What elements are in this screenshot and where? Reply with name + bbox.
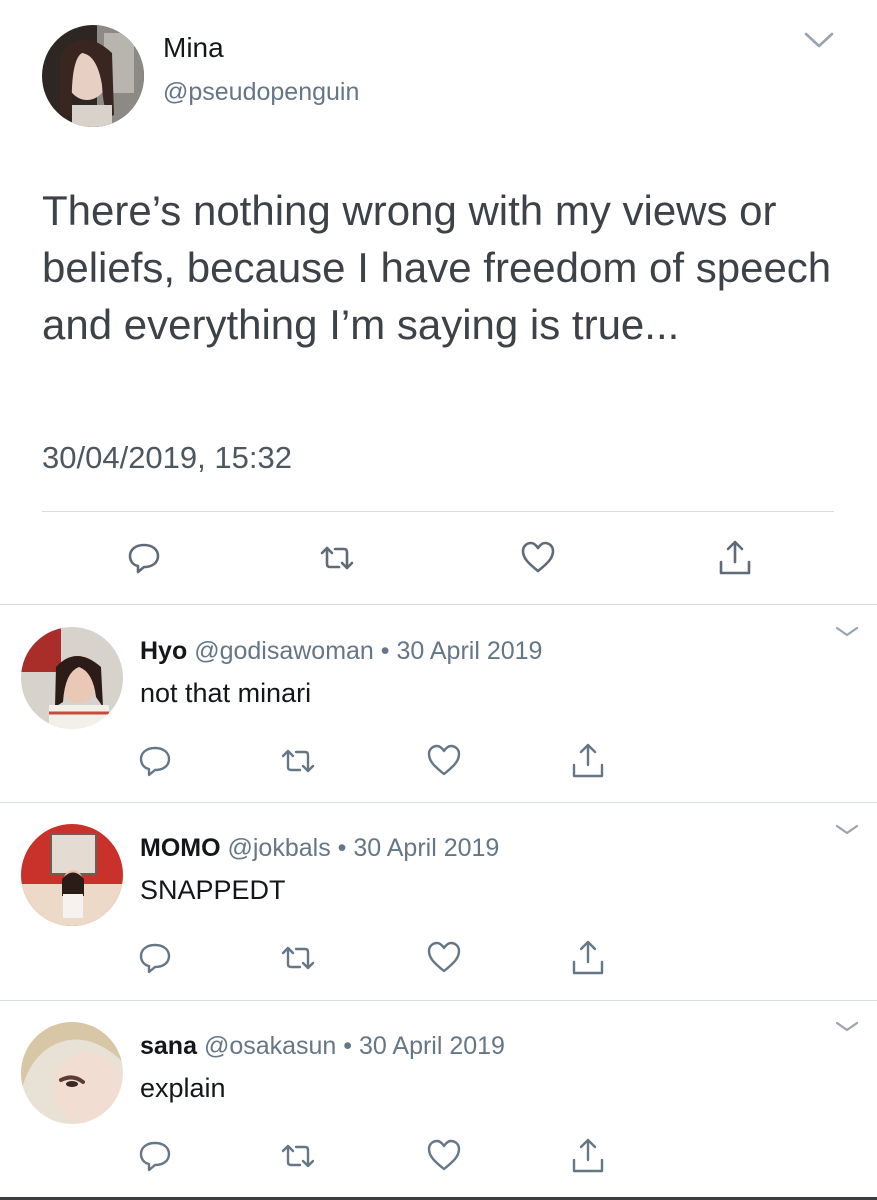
- reply-text: SNAPPEDT: [140, 875, 286, 905]
- tweet-options-chevron-icon[interactable]: [803, 30, 835, 50]
- reply-author-name[interactable]: Hyo: [140, 637, 187, 665]
- tweet-timestamp: 30/04/2019, 15:32: [42, 440, 292, 475]
- separator: •: [337, 834, 347, 862]
- reply-author-handle[interactable]: @osakasun: [204, 1032, 336, 1060]
- reply-header: Hyo @godisawoman • 30 April 2019: [140, 637, 542, 666]
- share-icon[interactable]: [568, 1136, 608, 1176]
- reply-text: not that minari: [140, 678, 312, 708]
- reply-author-handle[interactable]: @godisawoman: [194, 637, 374, 665]
- retweet-icon[interactable]: [317, 538, 357, 578]
- like-icon[interactable]: [424, 938, 464, 978]
- reply-options-chevron-icon[interactable]: [834, 1019, 860, 1035]
- reply-icon[interactable]: [135, 938, 175, 978]
- reply-header: sana @osakasun • 30 April 2019: [140, 1032, 505, 1061]
- reply-date: 30 April 2019: [353, 834, 500, 862]
- like-icon[interactable]: [424, 741, 464, 781]
- divider: [0, 604, 877, 605]
- like-icon[interactable]: [518, 538, 558, 578]
- reply-icon[interactable]: [124, 538, 164, 578]
- divider: [0, 802, 877, 803]
- separator: •: [343, 1032, 353, 1060]
- separator: •: [380, 637, 390, 665]
- reply-text: explain: [140, 1073, 226, 1103]
- share-icon[interactable]: [568, 741, 608, 781]
- reply-author-name[interactable]: sana: [140, 1032, 197, 1060]
- author-handle[interactable]: @pseudopenguin: [163, 78, 359, 107]
- share-icon[interactable]: [715, 538, 755, 578]
- share-icon[interactable]: [568, 938, 608, 978]
- reply-date: 30 April 2019: [396, 637, 543, 665]
- divider: [42, 511, 834, 512]
- retweet-icon[interactable]: [278, 1136, 318, 1176]
- reply-options-chevron-icon[interactable]: [834, 624, 860, 640]
- like-icon[interactable]: [424, 1136, 464, 1176]
- reply-date: 30 April 2019: [359, 1032, 505, 1060]
- reply-avatar[interactable]: [21, 824, 123, 926]
- divider: [0, 1000, 877, 1001]
- reply-icon[interactable]: [135, 1136, 175, 1176]
- retweet-icon[interactable]: [278, 938, 318, 978]
- author-avatar[interactable]: [42, 25, 144, 127]
- retweet-icon[interactable]: [278, 741, 318, 781]
- author-name[interactable]: Mina: [163, 32, 224, 64]
- reply-avatar[interactable]: [21, 1022, 123, 1124]
- reply-avatar[interactable]: [21, 627, 123, 729]
- tweet-text: There’s nothing wrong with my views or b…: [42, 187, 832, 348]
- reply-header: MOMO @jokbals • 30 April 2019: [140, 834, 499, 863]
- reply-options-chevron-icon[interactable]: [834, 822, 860, 838]
- reply-author-handle[interactable]: @jokbals: [228, 834, 331, 862]
- reply-author-name[interactable]: MOMO: [140, 834, 221, 862]
- reply-icon[interactable]: [135, 741, 175, 781]
